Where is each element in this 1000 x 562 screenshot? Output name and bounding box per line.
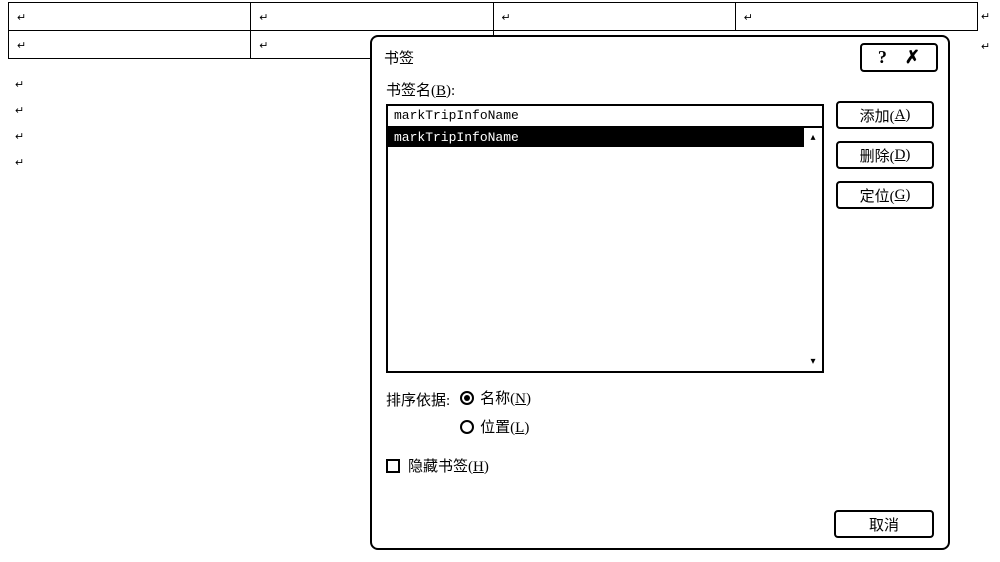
close-icon[interactable]: ✗ <box>905 47 920 68</box>
titlebar-button-group: ? ✗ <box>860 43 938 72</box>
sort-by-name-radio[interactable]: 名称(N) <box>460 387 531 408</box>
cancel-button[interactable]: 取消 <box>834 510 934 538</box>
checkbox-icon <box>386 459 400 473</box>
checkbox-label: 隐藏书签(H) <box>408 455 489 476</box>
help-icon[interactable]: ? <box>878 47 887 68</box>
table-cell[interactable]: ↵ <box>493 3 735 31</box>
paragraph-mark-icon: ↵ <box>744 12 753 24</box>
table-cell[interactable]: ↵ <box>735 3 977 31</box>
table-row: ↵ ↵ ↵ ↵ <box>9 3 978 31</box>
document-body[interactable]: ↵ ↵ ↵ ↵ <box>15 72 24 176</box>
bookmark-name-input[interactable]: markTripInfoName <box>386 104 824 128</box>
scrollbar[interactable]: ▴ ▾ <box>804 128 822 371</box>
paragraph-mark-icon: ↵ <box>259 12 268 24</box>
radio-icon <box>460 420 474 434</box>
sort-by-label: 排序依据: <box>386 387 450 410</box>
goto-button[interactable]: 定位(G) <box>836 181 934 209</box>
bookmark-dialog: 书签 ? ✗ 书签名(B): markTripInfoName markTrip… <box>370 35 950 550</box>
paragraph-mark-icon: ↵ <box>15 150 24 176</box>
scroll-down-icon[interactable]: ▾ <box>810 356 815 367</box>
table-cell[interactable]: ↵ <box>251 3 493 31</box>
table-cell[interactable]: ↵ <box>9 31 251 59</box>
row-end-mark-icon: ↵ <box>981 40 990 53</box>
dialog-body: 书签名(B): markTripInfoName markTripInfoNam… <box>372 71 948 548</box>
radio-label: 名称(N) <box>480 387 531 408</box>
paragraph-mark-icon: ↵ <box>259 40 268 52</box>
dialog-titlebar[interactable]: 书签 ? ✗ <box>372 37 948 71</box>
radio-icon <box>460 391 474 405</box>
bookmark-name-label: 书签名(B): <box>386 79 824 100</box>
table-cell[interactable]: ↵ <box>9 3 251 31</box>
sort-by-location-radio[interactable]: 位置(L) <box>460 416 531 437</box>
bookmark-listbox[interactable]: markTripInfoName ▴ ▾ <box>386 128 824 373</box>
add-button[interactable]: 添加(A) <box>836 101 934 129</box>
paragraph-mark-icon: ↵ <box>15 124 24 150</box>
row-end-mark-icon: ↵ <box>981 10 990 23</box>
dialog-title: 书签 <box>384 47 860 68</box>
paragraph-mark-icon: ↵ <box>15 72 24 98</box>
paragraph-mark-icon: ↵ <box>502 12 511 24</box>
paragraph-mark-icon: ↵ <box>17 40 26 52</box>
delete-button[interactable]: 删除(D) <box>836 141 934 169</box>
paragraph-mark-icon: ↵ <box>15 98 24 124</box>
hidden-bookmarks-checkbox[interactable]: 隐藏书签(H) <box>386 455 934 476</box>
list-item[interactable]: markTripInfoName <box>388 128 804 147</box>
radio-label: 位置(L) <box>480 416 529 437</box>
scroll-up-icon[interactable]: ▴ <box>810 132 815 143</box>
sort-by-row: 排序依据: 名称(N) 位置(L) <box>386 387 934 437</box>
paragraph-mark-icon: ↵ <box>17 12 26 24</box>
